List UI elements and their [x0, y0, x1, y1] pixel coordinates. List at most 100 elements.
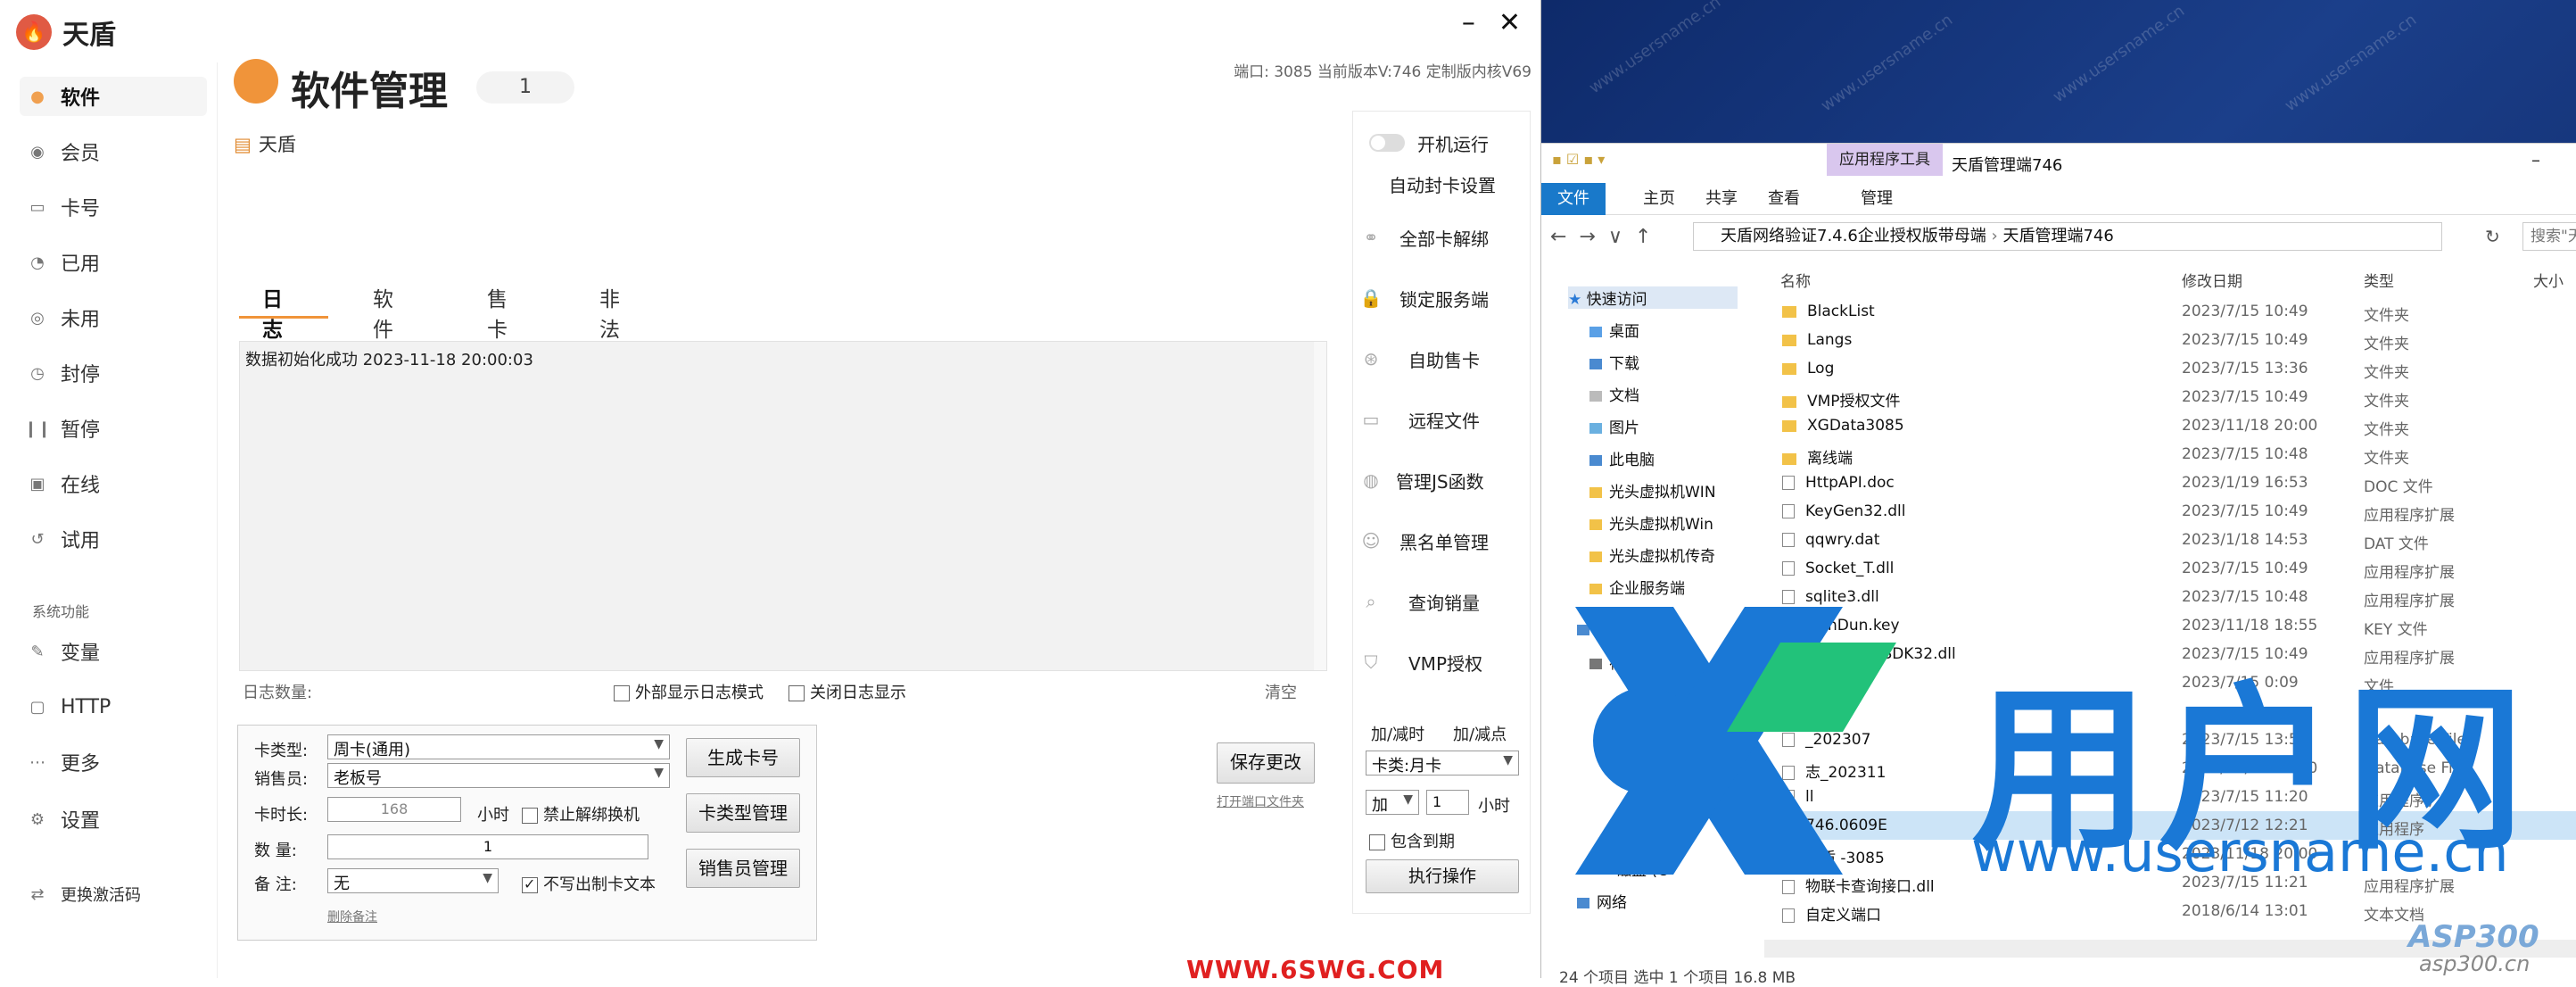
- minimize-icon[interactable]: –: [1462, 7, 1475, 38]
- tree-item-desktop[interactable]: 桌面: [1589, 319, 1768, 341]
- change-activation-link[interactable]: ⇄ 更换激活码: [27, 875, 205, 914]
- tree-item-downloads[interactable]: 下载: [1589, 351, 1768, 373]
- duration-input[interactable]: 168: [327, 797, 461, 822]
- column-name[interactable]: 名称: [1780, 269, 1811, 291]
- op-select[interactable]: 加 ▼: [1366, 790, 1419, 815]
- sidebar-item-variable[interactable]: ✎ 变量: [27, 632, 205, 671]
- ribbon-tab-home[interactable]: 主页: [1627, 183, 1691, 215]
- file-row[interactable]: Log 2023/7/15 13:36 文件夹: [1764, 354, 2576, 383]
- file-row[interactable]: Langs 2023/7/15 10:49 文件夹: [1764, 326, 2576, 354]
- tree-item-pictures[interactable]: 图片: [1589, 415, 1768, 437]
- ribbon-tab-share[interactable]: 共享: [1689, 183, 1754, 215]
- card-type-manage-button[interactable]: 卡类型管理: [686, 793, 800, 833]
- tab-log[interactable]: 日志: [262, 282, 283, 343]
- unbind-all-button[interactable]: ⚭ 全部卡解绑: [1353, 215, 1532, 260]
- ribbon-tab-file[interactable]: 文件: [1541, 183, 1606, 215]
- sidebar-item-online[interactable]: ▣ 在线: [27, 464, 205, 503]
- refresh-icon[interactable]: ↻: [2485, 226, 2500, 247]
- remote-file-button[interactable]: ▭ 远程文件: [1353, 397, 1532, 442]
- address-bar[interactable]: 天盾网络验证7.4.6企业授权版带母端 › 天盾管理端746: [1693, 222, 2442, 251]
- include-expired-toggle[interactable]: 包含到期: [1369, 829, 1455, 852]
- sidebar-item-trial[interactable]: ↺ 试用: [27, 519, 205, 559]
- tree-item-vm2[interactable]: 光头虚拟机Win10x: [1589, 511, 1714, 534]
- sidebar-item-paused[interactable]: ❙❙ 暂停: [24, 409, 205, 448]
- file-row[interactable]: Socket_T.dll 2023/7/15 10:49 应用程序扩展: [1764, 554, 2576, 583]
- forbid-unbind-toggle[interactable]: 禁止解绑换机: [522, 802, 640, 825]
- auto-ban-settings[interactable]: 自动封卡设置: [1353, 162, 1532, 206]
- column-type[interactable]: 类型: [2364, 269, 2394, 291]
- ribbon-tab-view[interactable]: 查看: [1752, 183, 1816, 215]
- sidebar-item-software[interactable]: ● 软件: [20, 77, 207, 116]
- search-input[interactable]: 搜索"天: [2522, 222, 2576, 251]
- file-row[interactable]: 离线端 2023/7/15 10:48 文件夹: [1764, 440, 2576, 469]
- tab-software[interactable]: 软件: [373, 282, 393, 343]
- address-segment[interactable]: 天盾网络验证7.4.6企业授权版带母端: [1721, 227, 1986, 245]
- add-time-tab[interactable]: 加/减时: [1371, 722, 1424, 745]
- clear-log-button[interactable]: 清空: [1265, 680, 1297, 703]
- file-row[interactable]: VMP授权文件 2023/7/15 10:49 文件夹: [1764, 383, 2576, 411]
- file-row[interactable]: XGData3085 2023/11/18 20:00 文件夹: [1764, 411, 2576, 440]
- quantity-input[interactable]: 1: [327, 834, 648, 859]
- quick-access-toolbar-icon[interactable]: ▪ ☑ ▪ ▾: [1552, 151, 1605, 168]
- file-row[interactable]: KeyGen32.dll 2023/7/15 10:49 应用程序扩展: [1764, 497, 2576, 526]
- seller-manage-button[interactable]: 销售员管理: [686, 849, 800, 888]
- delete-note-link[interactable]: 删除备注: [327, 908, 377, 925]
- sidebar-item-member[interactable]: ◉ 会员: [27, 132, 205, 171]
- checkbox[interactable]: [1369, 834, 1385, 850]
- checkbox[interactable]: [522, 875, 538, 893]
- open-port-folder-link[interactable]: 打开端口文件夹: [1217, 792, 1304, 810]
- checkbox[interactable]: [614, 685, 630, 701]
- file-row[interactable]: BlackList 2023/7/15 10:49 文件夹: [1764, 297, 2576, 326]
- tab-sell-card[interactable]: 售卡: [487, 282, 508, 343]
- sidebar-item-unused[interactable]: ◎ 未用: [27, 298, 205, 337]
- manage-js-button[interactable]: ◍ 管理JS函数: [1353, 458, 1532, 502]
- column-date[interactable]: 修改日期: [2182, 269, 2242, 291]
- address-segment[interactable]: 天盾管理端746: [2002, 227, 2113, 245]
- execute-button[interactable]: 执行操作: [1366, 859, 1519, 893]
- card-type-select[interactable]: 周卡(通用) ▼: [327, 734, 670, 759]
- vmp-auth-button[interactable]: ⛉ VMP授权: [1353, 640, 1532, 684]
- tree-item-vm1[interactable]: 光头虚拟机WIN7传: [1589, 479, 1714, 502]
- no-write-text-toggle[interactable]: 不写出制卡文本: [522, 872, 656, 895]
- nav-buttons[interactable]: ←→∨↑: [1550, 226, 1664, 248]
- file-row[interactable]: HttpAPI.doc 2023/1/19 16:53 DOC 文件: [1764, 469, 2576, 497]
- lock-server-button[interactable]: 🔒 锁定服务端: [1353, 276, 1532, 320]
- save-changes-button[interactable]: 保存更改: [1217, 742, 1315, 784]
- external-log-mode-toggle[interactable]: 外部显示日志模式: [614, 680, 764, 703]
- blacklist-manage-button[interactable]: ☺ 黑名单管理: [1353, 518, 1532, 563]
- autostart-toggle[interactable]: 开机运行: [1353, 120, 1532, 165]
- tree-item-network[interactable]: 网络: [1577, 890, 1755, 912]
- self-sell-button[interactable]: ⊛ 自助售卡: [1353, 336, 1532, 381]
- log-scrollbar[interactable]: [1314, 342, 1326, 670]
- card-class-select[interactable]: 卡类:月卡 ▼: [1366, 751, 1519, 776]
- breadcrumb[interactable]: ▤ 天盾: [234, 130, 296, 157]
- column-size[interactable]: 大小: [2533, 269, 2564, 291]
- tree-item-documents[interactable]: 文档: [1589, 383, 1768, 405]
- tree-item-quick-access[interactable]: ★ 快速访问: [1568, 286, 1738, 309]
- tree-item-this-pc[interactable]: 此电脑: [1589, 447, 1768, 469]
- file-row[interactable]: qqwry.dat 2023/1/18 14:53 DAT 文件: [1764, 526, 2576, 554]
- close-icon[interactable]: ✕: [1499, 7, 1521, 38]
- generate-card-button[interactable]: 生成卡号: [686, 738, 800, 777]
- toggle-switch[interactable]: [1369, 134, 1405, 152]
- sidebar-item-http[interactable]: ▢ HTTP: [27, 687, 205, 726]
- checkbox[interactable]: [522, 808, 538, 824]
- sidebar-item-settings[interactable]: ⚙ 设置: [27, 800, 205, 839]
- tree-item-vm3[interactable]: 光头虚拟机传奇游戏: [1589, 543, 1714, 566]
- ribbon-tab-manage[interactable]: 管理: [1845, 183, 1909, 215]
- tab-illegal[interactable]: 非法: [599, 282, 620, 343]
- context-tab-app-tools[interactable]: 应用程序工具: [1827, 144, 1943, 176]
- sidebar-item-more[interactable]: ⋯ 更多: [27, 742, 205, 782]
- note-select[interactable]: 无 ▼: [327, 868, 499, 893]
- sidebar-item-banned[interactable]: ◷ 封停: [27, 353, 205, 393]
- checkbox[interactable]: [788, 685, 805, 701]
- minimize-icon[interactable]: –: [2531, 149, 2540, 170]
- sidebar-item-used[interactable]: ◔ 已用: [27, 243, 205, 282]
- op-value-input[interactable]: 1: [1426, 790, 1469, 815]
- close-log-toggle[interactable]: 关闭日志显示: [788, 680, 906, 703]
- log-panel[interactable]: 数据初始化成功 2023-11-18 20:00:03: [239, 341, 1327, 671]
- add-point-tab[interactable]: 加/减点: [1453, 722, 1507, 745]
- query-sales-button[interactable]: ⌕ 查询销量: [1353, 579, 1532, 624]
- seller-select[interactable]: 老板号 ▼: [327, 763, 670, 788]
- sidebar-item-card[interactable]: ▭ 卡号: [27, 187, 205, 227]
